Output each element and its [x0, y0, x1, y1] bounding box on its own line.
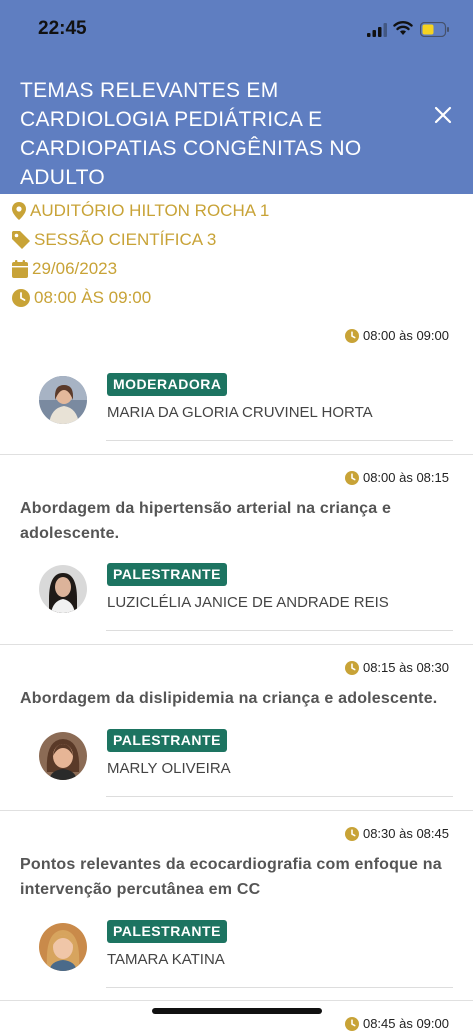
session-topic: Abordagem da dislipidemia na criança e a… [20, 690, 438, 707]
session-time: 08:15 às 08:30 [344, 660, 449, 675]
clock-icon [12, 289, 30, 307]
session-time-text: 08:00 às 08:15 [362, 470, 449, 485]
avatar [39, 923, 87, 971]
avatar-photo [39, 923, 87, 971]
role-badge: PALESTRANTE [107, 729, 227, 752]
close-icon[interactable] [432, 104, 454, 126]
tag-icon [12, 231, 30, 249]
session-text: SESSÃO CIENTÍFICA 3 [34, 230, 217, 249]
clock-icon [344, 470, 359, 485]
separator [0, 644, 473, 645]
status-time: 22:45 [38, 18, 87, 39]
session-info: SESSÃO CIENTÍFICA 3 [12, 230, 216, 250]
session-time: 08:00 às 08:15 [344, 470, 449, 485]
clock-icon [344, 660, 359, 675]
home-indicator[interactable] [152, 1008, 322, 1014]
clock-icon [344, 826, 359, 841]
role-badge: PALESTRANTE [107, 563, 227, 586]
divider [106, 440, 453, 441]
speaker-name: TAMARA KATINA [107, 951, 225, 968]
divider [106, 796, 453, 797]
session-time-text: 08:30 às 08:45 [362, 826, 449, 841]
avatar [39, 376, 87, 424]
date-info: 29/06/2023 [12, 259, 117, 279]
page-title: TEMAS RELEVANTES EM CARDIOLOGIA PEDIÁTRI… [20, 79, 362, 189]
header: 22:45 TEMAS RELEVANTES EM CARDIOLOGIA PE… [0, 0, 473, 194]
location-text: AUDITÓRIO HILTON ROCHA 1 [30, 201, 270, 220]
session-topic: Abordagem da hipertensão arterial na cri… [20, 500, 392, 542]
status-bar: 22:45 [0, 0, 473, 60]
separator [0, 454, 473, 455]
divider [106, 630, 453, 631]
cellular-signal-icon [367, 23, 387, 37]
role-badge: PALESTRANTE [107, 920, 227, 943]
session-topic: Pontos relevantes da ecocardiografia com… [20, 856, 442, 898]
role-badge: MODERADORA [107, 373, 228, 396]
session-time: 08:00 às 09:00 [344, 328, 449, 343]
avatar [39, 732, 87, 780]
avatar-photo [39, 376, 87, 424]
map-marker-icon [12, 202, 26, 220]
clock-icon [344, 328, 359, 343]
avatar-photo [39, 565, 87, 613]
time-info: 08:00 ÀS 09:00 [12, 288, 151, 308]
speaker-name: LUZICLÉLIA JANICE DE ANDRADE REIS [107, 594, 389, 611]
separator [0, 810, 473, 811]
location-info: AUDITÓRIO HILTON ROCHA 1 [12, 201, 269, 221]
calendar-icon [12, 260, 28, 278]
date-text: 29/06/2023 [32, 259, 118, 278]
wifi-icon [393, 21, 413, 35]
avatar [39, 565, 87, 613]
session-time-text: 08:15 às 08:30 [362, 660, 449, 675]
session-time-text: 08:00 às 09:00 [362, 328, 449, 343]
time-text: 08:00 ÀS 09:00 [34, 288, 152, 307]
session-time: 08:30 às 08:45 [344, 826, 449, 841]
separator [0, 1000, 473, 1001]
speaker-name: MARIA DA GLORIA CRUVINEL HORTA [107, 404, 373, 421]
battery-icon [420, 22, 449, 37]
speaker-name: MARLY OLIVEIRA [107, 760, 231, 777]
divider [106, 987, 453, 988]
avatar-photo [39, 732, 87, 780]
